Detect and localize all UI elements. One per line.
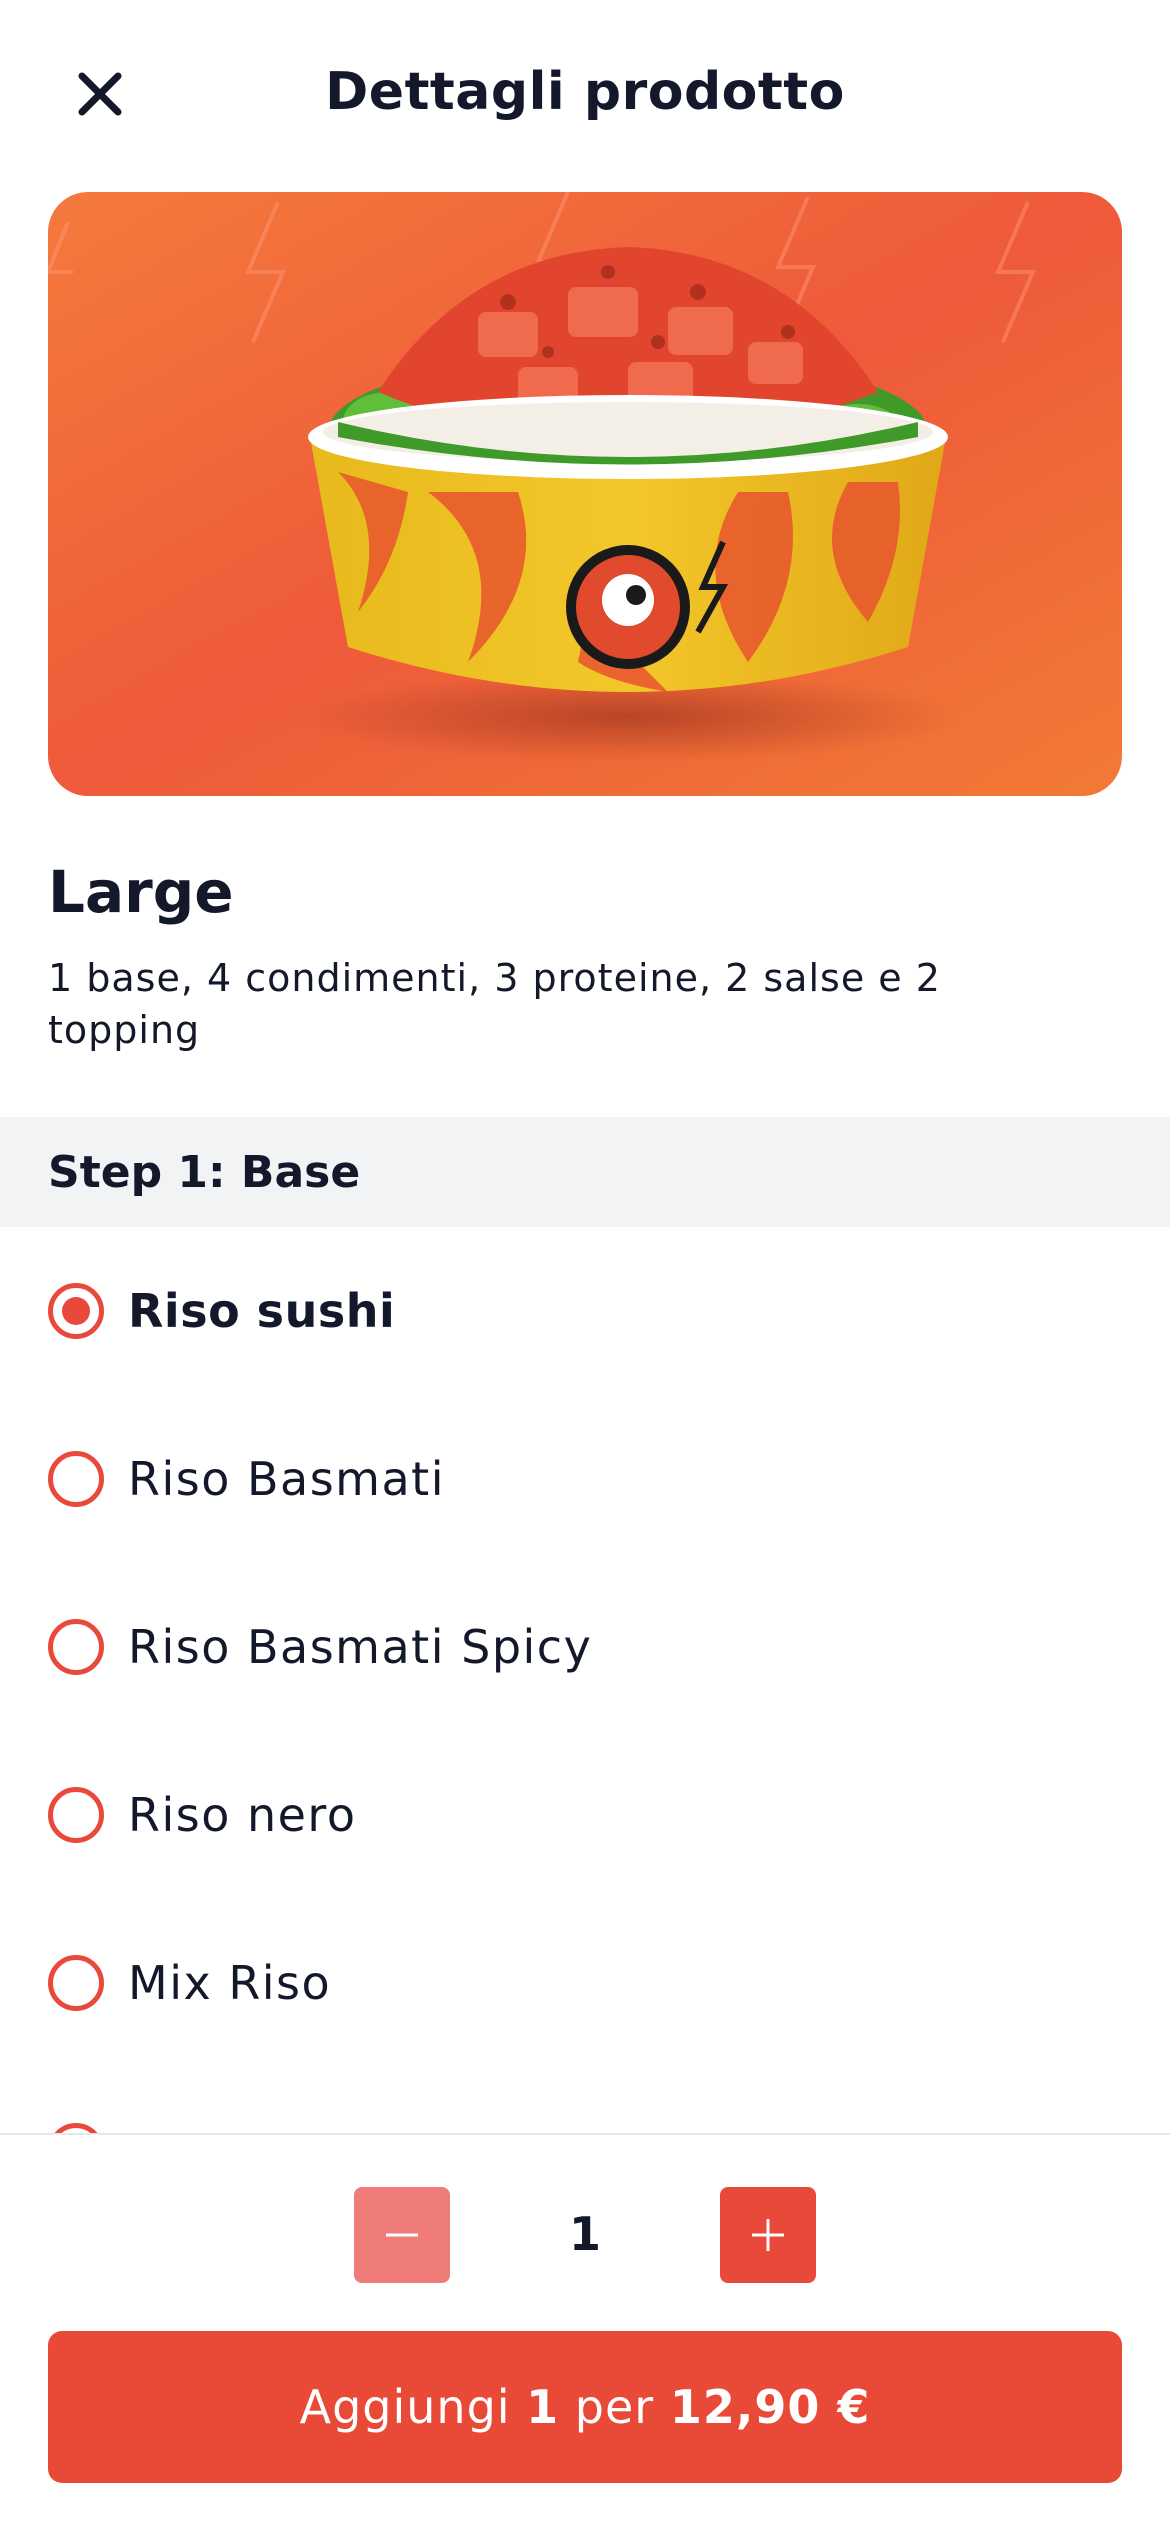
decrease-quantity-button[interactable]: [354, 2187, 450, 2283]
add-to-cart-button[interactable]: Aggiungi 1 per 12,90 €: [48, 2331, 1122, 2483]
option-riso-basmati[interactable]: Riso Basmati: [0, 1395, 1170, 1563]
add-button-middle: per: [559, 2380, 670, 2434]
option-riso-basmati-spicy[interactable]: Riso Basmati Spicy: [0, 1563, 1170, 1731]
option-label: Riso nero: [128, 1788, 357, 1842]
footer-bar: 1 Aggiungi 1 per 12,90 €: [0, 2133, 1170, 2532]
product-description: 1 base, 4 condimenti, 3 proteine, 2 sals…: [48, 956, 941, 1052]
option-label: Riso Basmati Spicy: [128, 1620, 593, 1674]
add-button-price: 12,90 €: [669, 2380, 871, 2434]
radio-button[interactable]: [48, 1451, 104, 1507]
radio-button[interactable]: [48, 1283, 104, 1339]
option-mix-riso[interactable]: Mix Riso: [0, 1899, 1170, 2067]
product-name: Large: [48, 858, 234, 926]
radio-button[interactable]: [48, 1787, 104, 1843]
radio-button[interactable]: [48, 1619, 104, 1675]
increase-quantity-button[interactable]: [720, 2187, 816, 2283]
option-label: Riso sushi: [128, 1284, 396, 1338]
product-image: [48, 192, 1122, 796]
options-list: Riso sushi Riso Basmati Riso Basmati Spi…: [0, 1227, 1170, 2133]
step-title: Step 1: Base: [48, 1147, 361, 1198]
option-label: Riso Basmati: [128, 1452, 445, 1506]
radio-button[interactable]: [48, 2123, 104, 2133]
page-title: Dettagli prodotto: [325, 62, 845, 122]
plus-icon: [752, 2219, 784, 2251]
quantity-value: 1: [568, 2207, 601, 2261]
minus-icon: [386, 2233, 418, 2237]
header: Dettagli prodotto: [0, 0, 1170, 190]
add-button-prefix: Aggiungi: [299, 2380, 527, 2434]
add-button-qty: 1: [526, 2380, 560, 2434]
radio-button[interactable]: [48, 1955, 104, 2011]
option-label: Mix Riso: [128, 1956, 332, 2010]
option-riso-nero[interactable]: Riso nero: [0, 1731, 1170, 1899]
option-partial[interactable]: [0, 2067, 1170, 2133]
option-riso-sushi[interactable]: Riso sushi: [0, 1227, 1170, 1395]
step-header: Step 1: Base: [0, 1117, 1170, 1227]
